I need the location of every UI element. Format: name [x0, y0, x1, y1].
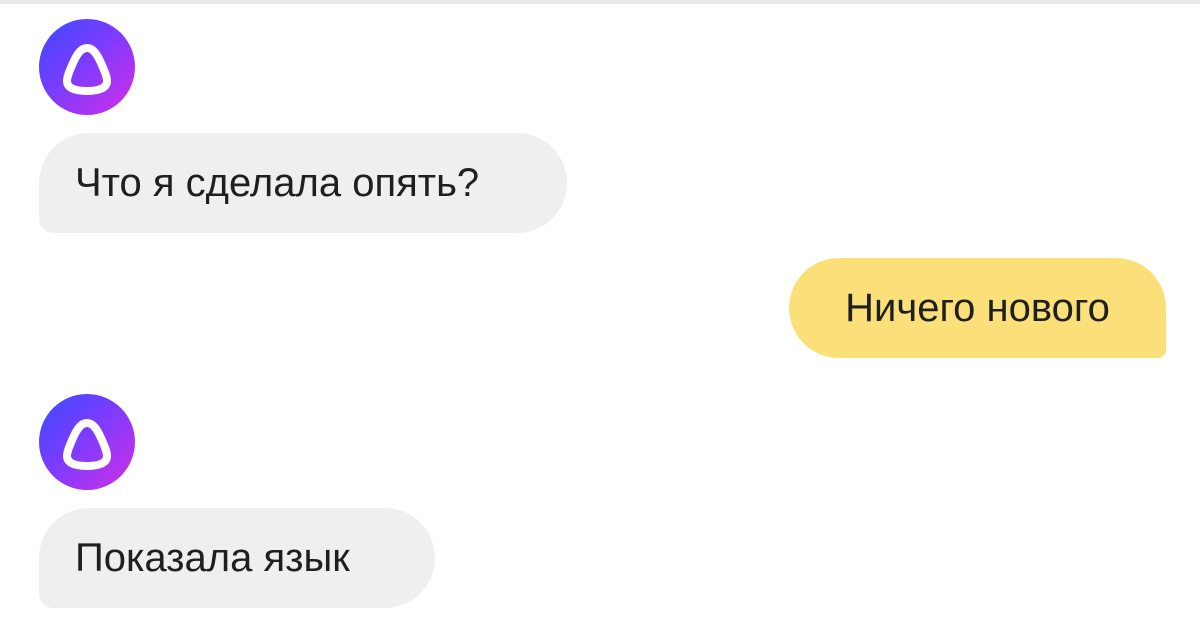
message-text: Показала язык	[75, 535, 350, 580]
top-divider	[0, 0, 1200, 4]
message-text: Ничего нового	[845, 285, 1110, 330]
user-message-bubble: Ничего нового	[789, 258, 1166, 358]
message-text: Что я сделала опять?	[75, 160, 480, 205]
assistant-message-bubble: Показала язык	[39, 508, 435, 608]
alice-logo-icon	[39, 394, 135, 490]
assistant-message-bubble: Что я сделала опять?	[39, 133, 567, 233]
alice-logo-icon	[39, 19, 135, 115]
